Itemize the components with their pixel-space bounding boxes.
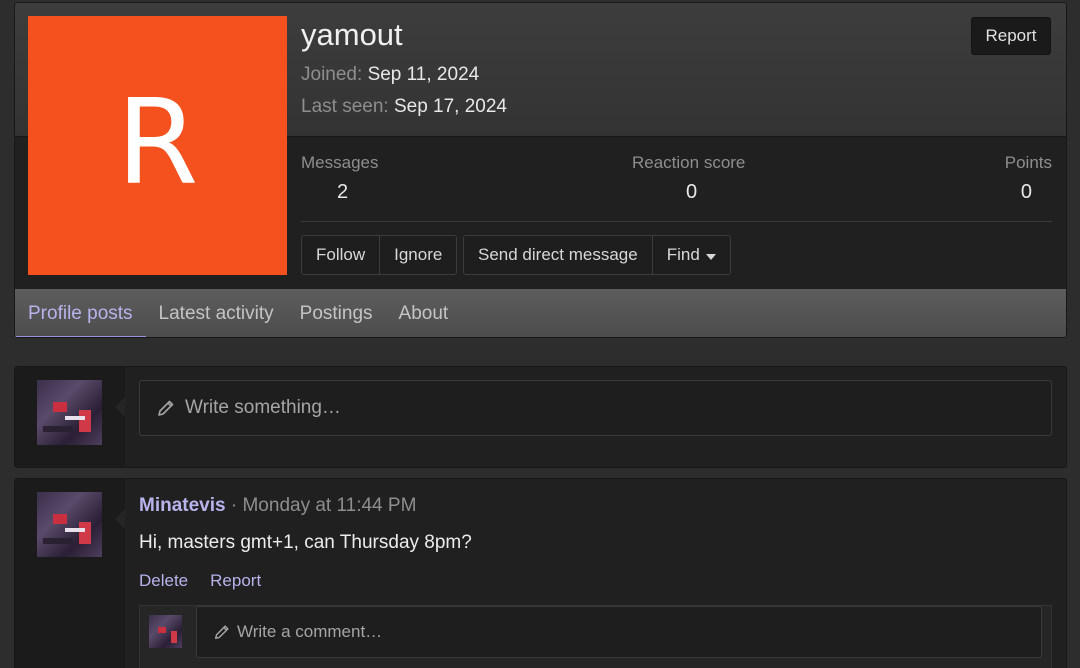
username: yamout — [301, 17, 403, 52]
follow-ignore-group: Follow Ignore — [301, 235, 458, 275]
post-author-avatar[interactable] — [37, 492, 102, 557]
write-something-input[interactable]: Write something… — [139, 380, 1052, 436]
avatar-letter: R — [116, 72, 199, 211]
ignore-button[interactable]: Ignore — [379, 236, 456, 274]
reaction-score-value: 0 — [686, 181, 698, 203]
post-message: Hi, masters gmt+1, can Thursday 8pm? — [139, 532, 472, 553]
write-comment-input[interactable]: Write a comment… — [196, 606, 1042, 658]
tab-about[interactable]: About — [386, 289, 462, 337]
pencil-icon — [214, 625, 229, 640]
profile-tabs: Profile posts Latest activity Postings A… — [15, 289, 1066, 337]
tab-latest-activity[interactable]: Latest activity — [146, 289, 287, 337]
points-value: 0 — [1020, 181, 1032, 203]
joined-line: Joined: Sep 11, 2024 — [301, 64, 479, 86]
reaction-score-label: Reaction score — [632, 153, 746, 172]
composer-pointer — [115, 397, 125, 417]
joined-label: Joined: — [301, 64, 363, 85]
write-comment-placeholder: Write a comment… — [237, 622, 383, 641]
joined-date: Sep 11, 2024 — [367, 64, 480, 85]
profile-post: Minatevis · Monday at 11:44 PM Hi, maste… — [14, 478, 1067, 668]
profile-avatar[interactable]: R — [28, 16, 287, 275]
commenter-avatar[interactable] — [149, 615, 182, 648]
find-button[interactable]: Find — [651, 236, 730, 274]
last-seen-line: Last seen: Sep 17, 2024 — [301, 96, 507, 118]
report-post-link[interactable]: Report — [210, 571, 261, 591]
post-separator: · — [225, 495, 243, 516]
follow-button[interactable]: Follow — [302, 236, 379, 274]
pencil-icon — [158, 400, 174, 416]
caret-down-icon — [705, 253, 716, 260]
messages-count[interactable]: 2 — [337, 181, 348, 204]
last-seen-date: Sep 17, 2024 — [393, 96, 507, 117]
post-actions: Delete Report — [139, 571, 261, 591]
current-user-avatar[interactable] — [37, 380, 102, 445]
delete-post-link[interactable]: Delete — [139, 571, 188, 591]
tab-profile-posts[interactable]: Profile posts — [15, 289, 146, 337]
message-find-group: Send direct message Find — [463, 235, 731, 275]
stats-divider — [301, 221, 1052, 222]
post-pointer — [115, 509, 125, 529]
comment-area: Write a comment… — [139, 605, 1052, 668]
post-author-name[interactable]: Minatevis — [139, 495, 226, 516]
profile-post-composer: Write something… — [14, 366, 1067, 468]
messages-label: Messages — [301, 153, 379, 172]
post-header: Minatevis · Monday at 11:44 PM — [139, 495, 416, 517]
post-time[interactable]: Monday at 11:44 PM — [242, 495, 416, 516]
write-something-placeholder: Write something… — [185, 397, 341, 418]
find-label: Find — [666, 245, 700, 264]
member-profile-card: R yamout Joined: Sep 11, 2024 Last seen:… — [14, 2, 1067, 338]
tab-postings[interactable]: Postings — [287, 289, 386, 337]
send-direct-message-button[interactable]: Send direct message — [464, 236, 652, 274]
points-label: Points — [1004, 153, 1052, 172]
report-profile-button[interactable]: Report — [971, 17, 1051, 55]
last-seen-label: Last seen: — [301, 96, 389, 117]
